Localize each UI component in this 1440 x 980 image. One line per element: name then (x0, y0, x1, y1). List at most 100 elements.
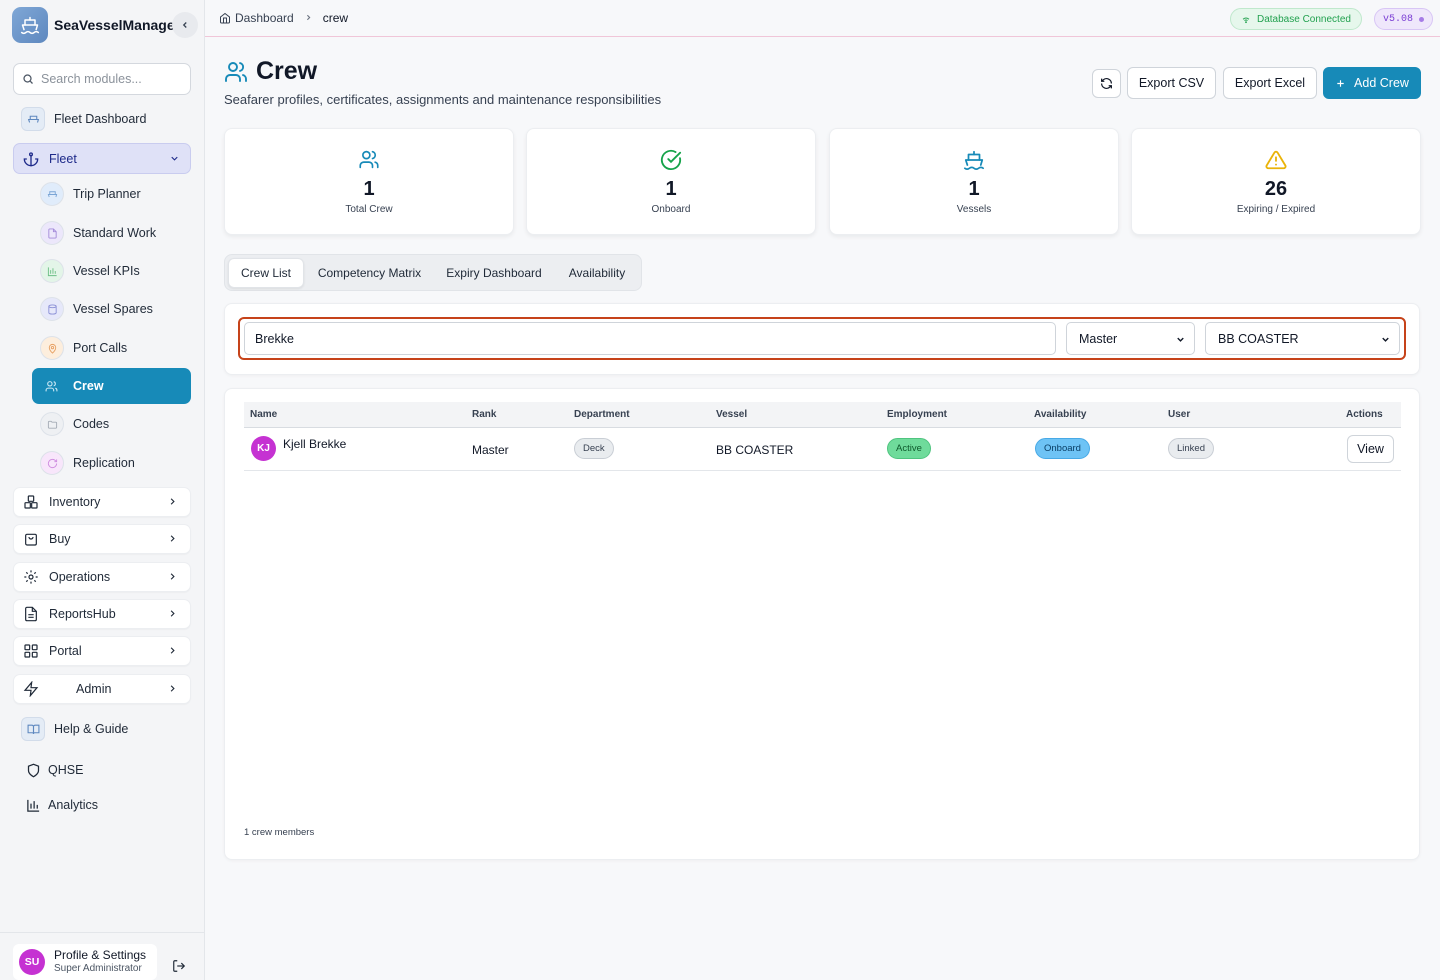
tab-bar: Crew List Competency Matrix Expiry Dashb… (224, 254, 642, 291)
add-crew-label: Add Crew (1354, 76, 1409, 90)
nav-group-label: ReportsHub (49, 607, 116, 621)
nav-item-vessel-spares[interactable]: Vessel Spares (40, 297, 153, 321)
nav-group-reportshub[interactable]: ReportsHub (13, 599, 191, 629)
avatar: SU (19, 949, 45, 975)
sidebar-divider (0, 932, 205, 933)
view-button[interactable]: View (1347, 435, 1394, 463)
nav-label: QHSE (48, 763, 84, 777)
nav-item-replication[interactable]: Replication (40, 451, 135, 475)
profile-settings[interactable]: SU Profile & Settings Super Administrato… (13, 944, 157, 980)
export-excel-button[interactable]: Export Excel (1223, 67, 1317, 99)
warning-triangle-icon (1265, 149, 1287, 176)
plus-icon (1337, 79, 1344, 87)
nav-item-standard-work[interactable]: Standard Work (40, 221, 156, 245)
column-header-department[interactable]: Department (574, 409, 630, 420)
nav-label: Vessel Spares (73, 302, 153, 316)
users-icon (225, 61, 247, 82)
column-header-availability[interactable]: Availability (1034, 409, 1086, 420)
crew-name[interactable]: Kjell Brekke (283, 437, 346, 451)
nav-item-trip-planner[interactable]: Trip Planner (40, 182, 141, 206)
nav-group-label: Fleet (49, 151, 77, 166)
user-badge: Linked (1168, 438, 1214, 459)
add-crew-button[interactable]: Add Crew (1323, 67, 1421, 99)
table-row[interactable] (244, 428, 1401, 471)
file-text-icon (25, 606, 37, 622)
ship-logo-icon (12, 7, 48, 43)
status-dot (1419, 16, 1425, 22)
users-icon (45, 380, 58, 391)
refresh-button[interactable] (1092, 69, 1121, 98)
page-title: Crew (224, 57, 317, 86)
nav-group-buy[interactable]: Buy (13, 524, 191, 554)
version-badge: v5.08 (1374, 8, 1434, 30)
department-badge: Deck (574, 438, 614, 459)
nav-label: Trip Planner (73, 187, 141, 201)
home-icon (220, 12, 230, 24)
nav-label: Replication (73, 456, 135, 470)
column-header-rank[interactable]: Rank (472, 409, 496, 420)
shield-icon (21, 758, 45, 782)
nav-group-admin[interactable]: Admin (13, 674, 191, 704)
stat-value: 1 (665, 178, 677, 200)
stat-card-vessels: 1 Vessels (829, 128, 1119, 235)
module-search-input[interactable] (41, 72, 181, 86)
nav-group-portal[interactable]: Portal (13, 636, 191, 666)
nav-group-operations[interactable]: Operations (13, 562, 191, 592)
chevron-right-icon (170, 610, 175, 617)
nav-label: Help & Guide (54, 722, 129, 736)
ship-icon (40, 182, 64, 206)
page-heading: Crew (256, 57, 318, 85)
tab-expiry-dashboard[interactable]: Expiry Dashboard (435, 258, 553, 288)
logout-icon (173, 960, 186, 972)
nav-group-fleet[interactable]: Fleet (13, 143, 191, 174)
employment-badge: Active (887, 438, 931, 459)
ship-icon (963, 149, 985, 176)
users-icon (359, 149, 380, 175)
column-header-vessel[interactable]: Vessel (716, 409, 747, 420)
nav-label: Port Calls (73, 341, 128, 355)
nav-group-inventory[interactable]: Inventory (13, 487, 191, 517)
column-header-name[interactable]: Name (250, 409, 277, 420)
ship-icon (21, 107, 45, 131)
chevron-right-icon (170, 685, 175, 692)
crew-vessel: BB COASTER (716, 443, 794, 457)
stat-value: 26 (1264, 178, 1288, 200)
stat-value: 1 (968, 178, 980, 200)
nav-qhse[interactable]: QHSE (21, 758, 83, 782)
nav-item-vessel-kpis[interactable]: Vessel KPIs (40, 259, 140, 283)
breadcrumb-current: crew (322, 11, 349, 25)
boxes-icon (24, 495, 38, 509)
chevron-right-icon (170, 535, 175, 542)
tab-competency-matrix[interactable]: Competency Matrix (307, 258, 432, 288)
database-icon (40, 297, 64, 321)
bar-chart-icon (21, 793, 45, 817)
crew-count: 1 crew members (244, 827, 315, 838)
nav-fleet-dashboard[interactable]: Fleet Dashboard (21, 107, 146, 131)
tab-availability[interactable]: Availability (556, 258, 638, 288)
grid-icon (24, 644, 38, 658)
nav-group-label: Operations (49, 570, 111, 584)
column-header-user[interactable]: User (1168, 409, 1190, 420)
table-header: Name Rank Department Vessel Employment A… (244, 402, 1401, 428)
column-header-employment[interactable]: Employment (887, 409, 947, 420)
nav-help-guide[interactable]: Help & Guide (21, 717, 128, 741)
nav-analytics[interactable]: Analytics (21, 793, 98, 817)
breadcrumb-dashboard-link[interactable]: Dashboard (235, 11, 294, 25)
export-csv-button[interactable]: Export CSV (1127, 67, 1216, 99)
nav-group-label: Portal (49, 644, 82, 658)
stat-label: Total Crew (345, 204, 393, 215)
logout-button[interactable] (168, 955, 190, 977)
chevron-right-icon (170, 573, 175, 580)
module-search[interactable] (13, 63, 191, 95)
nav-item-codes[interactable]: Codes (40, 412, 109, 436)
collapse-sidebar-button[interactable] (172, 12, 198, 38)
nav-item-port-calls[interactable]: Port Calls (40, 336, 127, 360)
wifi-icon (1242, 17, 1250, 24)
book-icon (21, 717, 45, 741)
tab-crew-list[interactable]: Crew List (228, 258, 304, 288)
page-subtitle: Seafarer profiles, certificates, assignm… (224, 92, 662, 107)
nav-item-crew[interactable]: Crew (32, 368, 191, 404)
anchor-icon (23, 151, 39, 166)
map-pin-icon (40, 336, 64, 360)
refresh-icon (1101, 78, 1112, 89)
